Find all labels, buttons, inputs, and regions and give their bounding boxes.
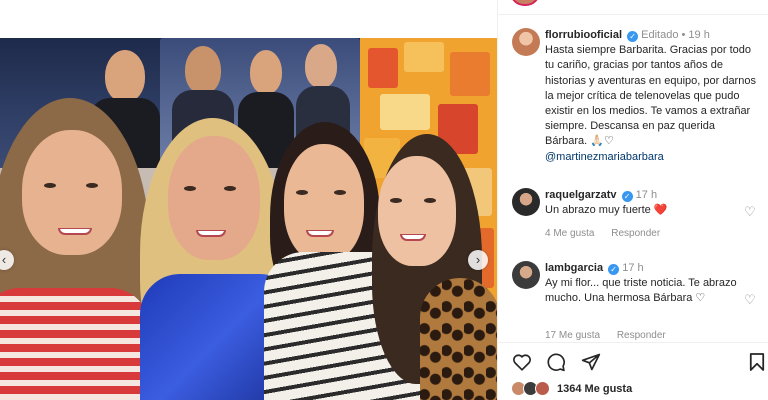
author-username[interactable]: florrubiooficial <box>545 29 622 41</box>
comment-actions: 17 Me gusta Responder <box>545 330 680 341</box>
comment-icon[interactable] <box>546 352 566 376</box>
liker-avatar[interactable] <box>535 381 550 396</box>
comment-like-heart-icon[interactable]: ♡ <box>744 292 756 308</box>
comment-text: Un abrazo muy fuerte ❤️ <box>545 204 668 217</box>
chevron-left-icon: ‹ <box>1 252 7 267</box>
verified-badge-icon: ✓ <box>621 191 633 202</box>
face <box>284 144 364 262</box>
comment: lambgarcia ✓ 17 h Ay mi flor... que tris… <box>545 261 745 307</box>
face <box>168 136 260 260</box>
share-icon[interactable] <box>581 352 601 376</box>
actions-divider <box>497 342 768 343</box>
tile <box>368 48 398 88</box>
comment-actions: 4 Me gusta Responder <box>545 228 674 239</box>
comment-likes-count[interactable]: 17 Me gusta <box>545 330 600 341</box>
face <box>378 156 456 266</box>
verified-badge-icon: ✓ <box>627 31 639 42</box>
verified-badge-icon: ✓ <box>608 264 620 275</box>
eye <box>44 183 56 188</box>
tile <box>404 42 444 72</box>
post-caption: florrubiooficial ✓ Editado • 19 h Hasta … <box>545 28 760 165</box>
carousel-next-button[interactable]: › <box>468 250 488 270</box>
caption-mention-link[interactable]: @martinezmariabarbara <box>545 150 760 165</box>
striped-top <box>0 288 150 400</box>
eye <box>86 183 98 188</box>
tile <box>450 52 490 96</box>
eye <box>224 186 236 191</box>
comment-likes-count[interactable]: 4 Me gusta <box>545 228 594 239</box>
commenter-avatar[interactable] <box>512 188 540 216</box>
heart-icon[interactable] <box>512 352 532 375</box>
post-photo[interactable]: ‹ › <box>0 38 497 400</box>
comment-time[interactable]: 17 h <box>636 189 657 201</box>
eye <box>424 198 436 203</box>
bookmark-icon[interactable] <box>749 352 765 376</box>
mouth <box>306 230 334 237</box>
chevron-right-icon: › <box>475 252 481 267</box>
comment-reply-button[interactable]: Responder <box>617 330 666 341</box>
mouth <box>196 230 226 237</box>
commenter-avatar[interactable] <box>512 261 540 289</box>
likes-count[interactable]: 1364 Me gusta <box>557 383 632 395</box>
eye <box>184 186 196 191</box>
comment-like-heart-icon[interactable]: ♡ <box>744 204 756 220</box>
tile <box>380 94 430 130</box>
eye <box>296 190 308 195</box>
poster-face <box>250 50 282 94</box>
comment: raquelgarzatv ✓ 17 h Un abrazo muy fuert… <box>545 188 745 218</box>
panel-divider-top <box>497 14 768 15</box>
leopard-top <box>420 278 497 400</box>
comment-username[interactable]: lambgarcia <box>545 262 603 274</box>
media-top-spacer <box>0 0 497 38</box>
poster-face <box>305 44 337 88</box>
mouth <box>58 228 92 235</box>
poster-face <box>105 50 145 102</box>
face <box>22 130 122 255</box>
caption-text: Hasta siempre Barbarita. Gracias por tod… <box>545 44 756 148</box>
comment-text: Ay mi flor... que triste noticia. Te abr… <box>545 277 737 305</box>
comment-reply-button[interactable]: Responder <box>611 228 660 239</box>
post-time[interactable]: 19 h <box>688 29 709 41</box>
comment-username[interactable]: raquelgarzatv <box>545 189 617 201</box>
edited-label: Editado <box>641 29 679 41</box>
poster-face <box>185 46 221 94</box>
eye <box>390 198 402 203</box>
meta-separator: • <box>681 29 686 41</box>
mouth <box>400 234 426 241</box>
comment-time[interactable]: 17 h <box>622 262 643 274</box>
eye <box>334 190 346 195</box>
author-avatar[interactable] <box>512 28 540 56</box>
